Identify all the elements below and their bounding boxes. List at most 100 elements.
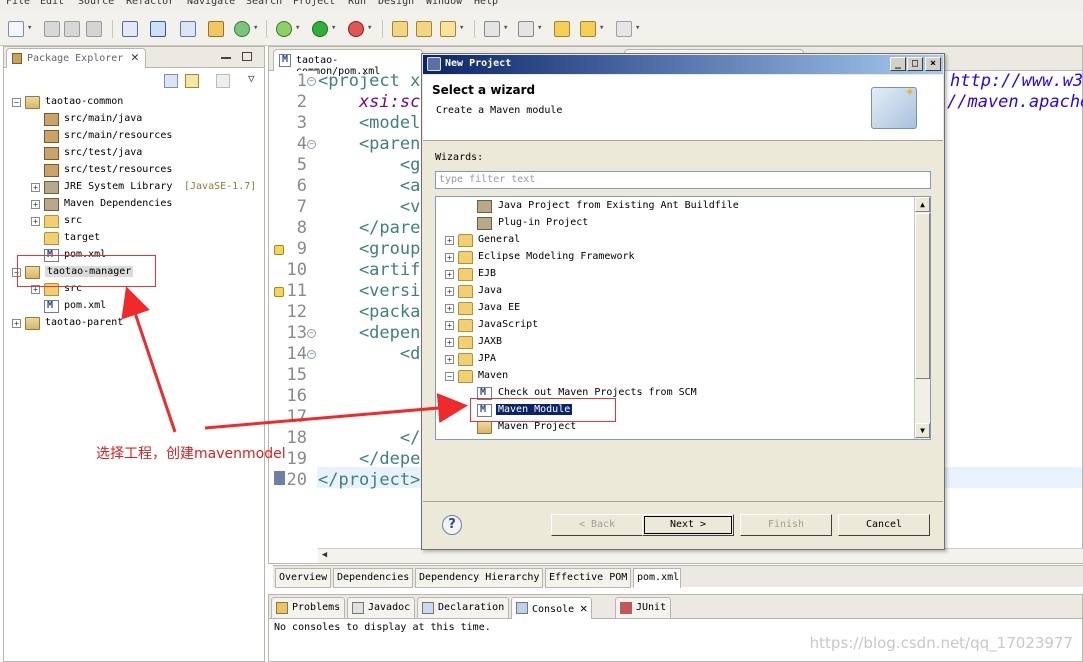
- wizard-list-scrollbar[interactable]: ▲ ▼: [914, 197, 930, 439]
- fold-icon[interactable]: −: [307, 350, 316, 359]
- expand-icon[interactable]: +: [31, 183, 40, 192]
- menu-item-search[interactable]: Search: [246, 0, 282, 7]
- menu-item-run[interactable]: Run: [348, 0, 366, 7]
- tab-overview[interactable]: Overview: [275, 568, 331, 588]
- wizard-item[interactable]: Java Project from Existing Ant Buildfile: [436, 198, 914, 215]
- wizard-item[interactable]: − Maven: [436, 368, 914, 385]
- tree-item[interactable]: pom.xml: [4, 298, 262, 315]
- skip-breakpoints-icon[interactable]: [180, 21, 196, 37]
- menu-item-navigate[interactable]: Navigate: [187, 0, 235, 7]
- tree-item[interactable]: target: [4, 230, 262, 247]
- previous-annotation-icon[interactable]: [518, 21, 542, 37]
- tab-junit[interactable]: JUnit: [615, 597, 672, 619]
- wizard-item[interactable]: + Java EE: [436, 300, 914, 317]
- tree-item[interactable]: src/main/java: [4, 111, 262, 128]
- wizard-item[interactable]: + Java: [436, 283, 914, 300]
- scroll-left-icon[interactable]: ◀: [318, 550, 331, 562]
- tree-item[interactable]: + taotao-parent: [4, 315, 262, 332]
- filter-input[interactable]: type filter text: [435, 171, 931, 189]
- wizard-item[interactable]: + General: [436, 232, 914, 249]
- expand-icon[interactable]: +: [445, 338, 454, 347]
- menu-item-refactor[interactable]: Refactor: [126, 0, 174, 7]
- tree-item[interactable]: + JRE System Library [JavaSE-1.7]: [4, 179, 262, 196]
- fold-icon[interactable]: −: [307, 329, 316, 338]
- expand-icon[interactable]: +: [445, 253, 454, 262]
- fold-icon[interactable]: −: [307, 77, 316, 86]
- tree-item[interactable]: src/test/java: [4, 145, 262, 162]
- collapse-icon[interactable]: −: [445, 372, 454, 381]
- wizard-item[interactable]: + JPA: [436, 351, 914, 368]
- expand-icon[interactable]: +: [445, 355, 454, 364]
- editor-horizontal-scrollbar[interactable]: ◀: [318, 548, 1083, 563]
- tab-declaration[interactable]: Declaration: [417, 597, 510, 619]
- package-icon[interactable]: [208, 21, 224, 37]
- tab-package-explorer[interactable]: Package Explorer ✕: [6, 48, 146, 68]
- minimize-icon[interactable]: [221, 52, 231, 59]
- expand-icon[interactable]: +: [12, 319, 21, 328]
- tree-item[interactable]: src/test/resources: [4, 162, 262, 179]
- tab-pom.xml[interactable]: pom.xml: [633, 568, 681, 588]
- print-icon[interactable]: [86, 21, 102, 37]
- next-button[interactable]: Next >: [642, 514, 734, 536]
- run-icon[interactable]: [312, 21, 336, 37]
- wizard-item[interactable]: + Eclipse Modeling Framework: [436, 249, 914, 266]
- tab-effective-pom[interactable]: Effective POM: [545, 568, 631, 588]
- expand-icon[interactable]: +: [445, 270, 454, 279]
- tab-javadoc[interactable]: Javadoc: [347, 597, 416, 619]
- expand-icon[interactable]: +: [445, 236, 454, 245]
- refresh-icon[interactable]: [234, 21, 258, 37]
- expand-icon[interactable]: +: [445, 321, 454, 330]
- finish-button[interactable]: Finish: [740, 514, 832, 536]
- monitor-icon[interactable]: [150, 21, 166, 37]
- new-wizard-icon[interactable]: [8, 21, 32, 37]
- menu-item-edit[interactable]: Edit: [40, 0, 64, 7]
- fold-icon[interactable]: −: [307, 140, 316, 149]
- view-menu-icon[interactable]: ▽: [248, 72, 255, 85]
- tree-item[interactable]: − taotao-common: [4, 94, 262, 111]
- menu-item-help[interactable]: Help: [474, 0, 498, 7]
- new-java-class-icon[interactable]: [392, 21, 408, 37]
- cancel-button[interactable]: Cancel: [838, 514, 930, 536]
- back-button[interactable]: < Back: [551, 514, 643, 536]
- expand-icon[interactable]: +: [31, 200, 40, 209]
- maximize-icon[interactable]: [242, 52, 252, 61]
- scroll-down-icon[interactable]: ▼: [915, 423, 930, 438]
- collapse-all-icon[interactable]: [164, 74, 178, 88]
- close-icon[interactable]: ✕: [580, 601, 587, 615]
- open-type-icon[interactable]: [416, 21, 432, 37]
- close-icon[interactable]: ×: [925, 57, 941, 71]
- tab-dependencies[interactable]: Dependencies: [333, 568, 413, 588]
- wizard-item[interactable]: + JavaScript: [436, 317, 914, 334]
- expand-icon[interactable]: +: [445, 304, 454, 313]
- tab-problems[interactable]: Problems: [271, 597, 346, 619]
- save-icon[interactable]: [44, 21, 60, 37]
- forward-arrow-icon[interactable]: [616, 21, 640, 37]
- back-arrow-icon[interactable]: [580, 21, 604, 37]
- tab-dependency-hierarchy[interactable]: Dependency Hierarchy: [415, 568, 543, 588]
- server-icon[interactable]: [122, 21, 138, 37]
- tab-console[interactable]: Console ✕: [511, 597, 593, 619]
- expand-icon[interactable]: +: [445, 287, 454, 296]
- menu-item-design[interactable]: Design: [378, 0, 414, 7]
- link-with-editor-icon[interactable]: [185, 74, 199, 88]
- close-icon[interactable]: ✕: [131, 50, 139, 65]
- focus-icon[interactable]: [216, 74, 230, 88]
- next-annotation-icon[interactable]: [484, 21, 508, 37]
- menu-item-source[interactable]: Source: [78, 0, 114, 7]
- external-tools-icon[interactable]: [348, 21, 372, 37]
- last-edit-location-icon[interactable]: [554, 21, 570, 37]
- menu-item-file[interactable]: File: [6, 0, 30, 7]
- tree-item[interactable]: + src: [4, 213, 262, 230]
- search-icon[interactable]: [440, 21, 464, 37]
- save-all-icon[interactable]: [64, 21, 80, 37]
- tree-item[interactable]: + Maven Dependencies: [4, 196, 262, 213]
- tab-pom-xml[interactable]: taotao-common/pom.xml: [273, 49, 423, 77]
- menu-item-project[interactable]: Project: [293, 0, 335, 7]
- debug-icon[interactable]: [276, 21, 300, 37]
- scrollbar-thumb[interactable]: [915, 213, 930, 379]
- wizard-item[interactable]: + JAXB: [436, 334, 914, 351]
- maximize-icon[interactable]: □: [907, 57, 923, 71]
- menu-item-window[interactable]: Window: [426, 0, 462, 7]
- wizard-item[interactable]: + EJB: [436, 266, 914, 283]
- expand-icon[interactable]: +: [31, 217, 40, 226]
